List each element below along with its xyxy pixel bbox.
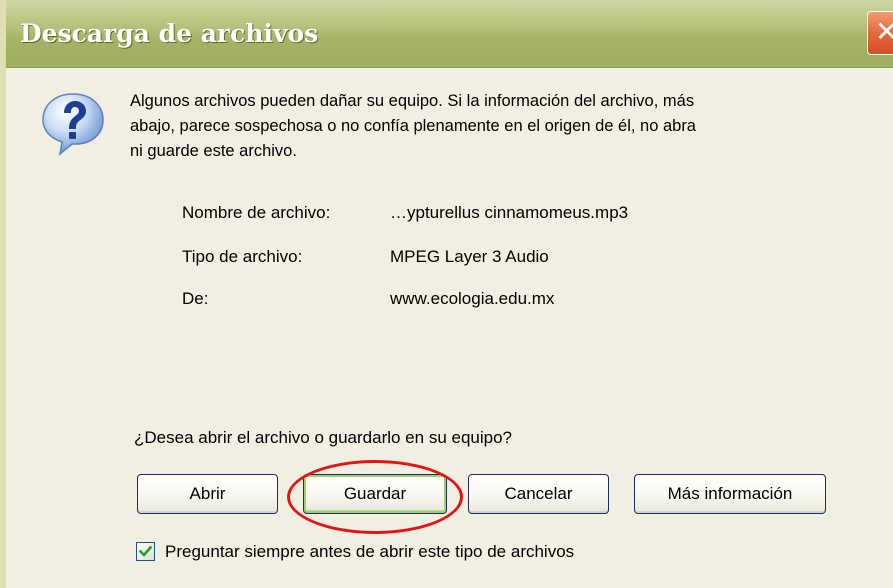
cancel-button[interactable]: Cancelar <box>468 474 609 514</box>
always-ask-label[interactable]: Preguntar siempre antes de abrir este ti… <box>165 538 574 566</box>
open-or-save-question: ¿Desea abrir el archivo o guardarlo en s… <box>134 428 513 447</box>
always-ask-checkbox[interactable] <box>136 542 155 561</box>
question-icon <box>38 88 108 158</box>
close-button[interactable]: ✕ <box>867 11 893 55</box>
checkmark-icon <box>138 545 153 557</box>
file-name-value: …ypturellus cinnamomeus.mp3 <box>390 203 629 222</box>
file-type-label: Tipo de archivo: <box>182 247 303 266</box>
file-name-row: Nombre de archivo: …ypturellus cinnamome… <box>182 199 762 227</box>
file-type-row: Tipo de archivo: MPEG Layer 3 Audio <box>182 243 762 271</box>
window-title: Descarga de archivos <box>20 19 319 48</box>
file-source-value: www.ecologia.edu.mx <box>390 289 555 308</box>
file-source-row: De: www.ecologia.edu.mx <box>182 285 762 313</box>
save-button[interactable]: Guardar <box>303 474 447 514</box>
file-source-label: De: <box>182 289 209 308</box>
open-button[interactable]: Abrir <box>137 474 278 514</box>
title-bar[interactable]: Descarga de archivos ✕ <box>6 0 893 68</box>
file-type-value: MPEG Layer 3 Audio <box>390 247 549 266</box>
more-info-button[interactable]: Más información <box>634 474 826 514</box>
security-warning-text: Algunos archivos pueden dañar su equipo.… <box>130 92 696 160</box>
file-download-dialog: Descarga de archivos ✕ Algunos archivos … <box>0 0 893 588</box>
file-name-label: Nombre de archivo: <box>182 203 331 222</box>
